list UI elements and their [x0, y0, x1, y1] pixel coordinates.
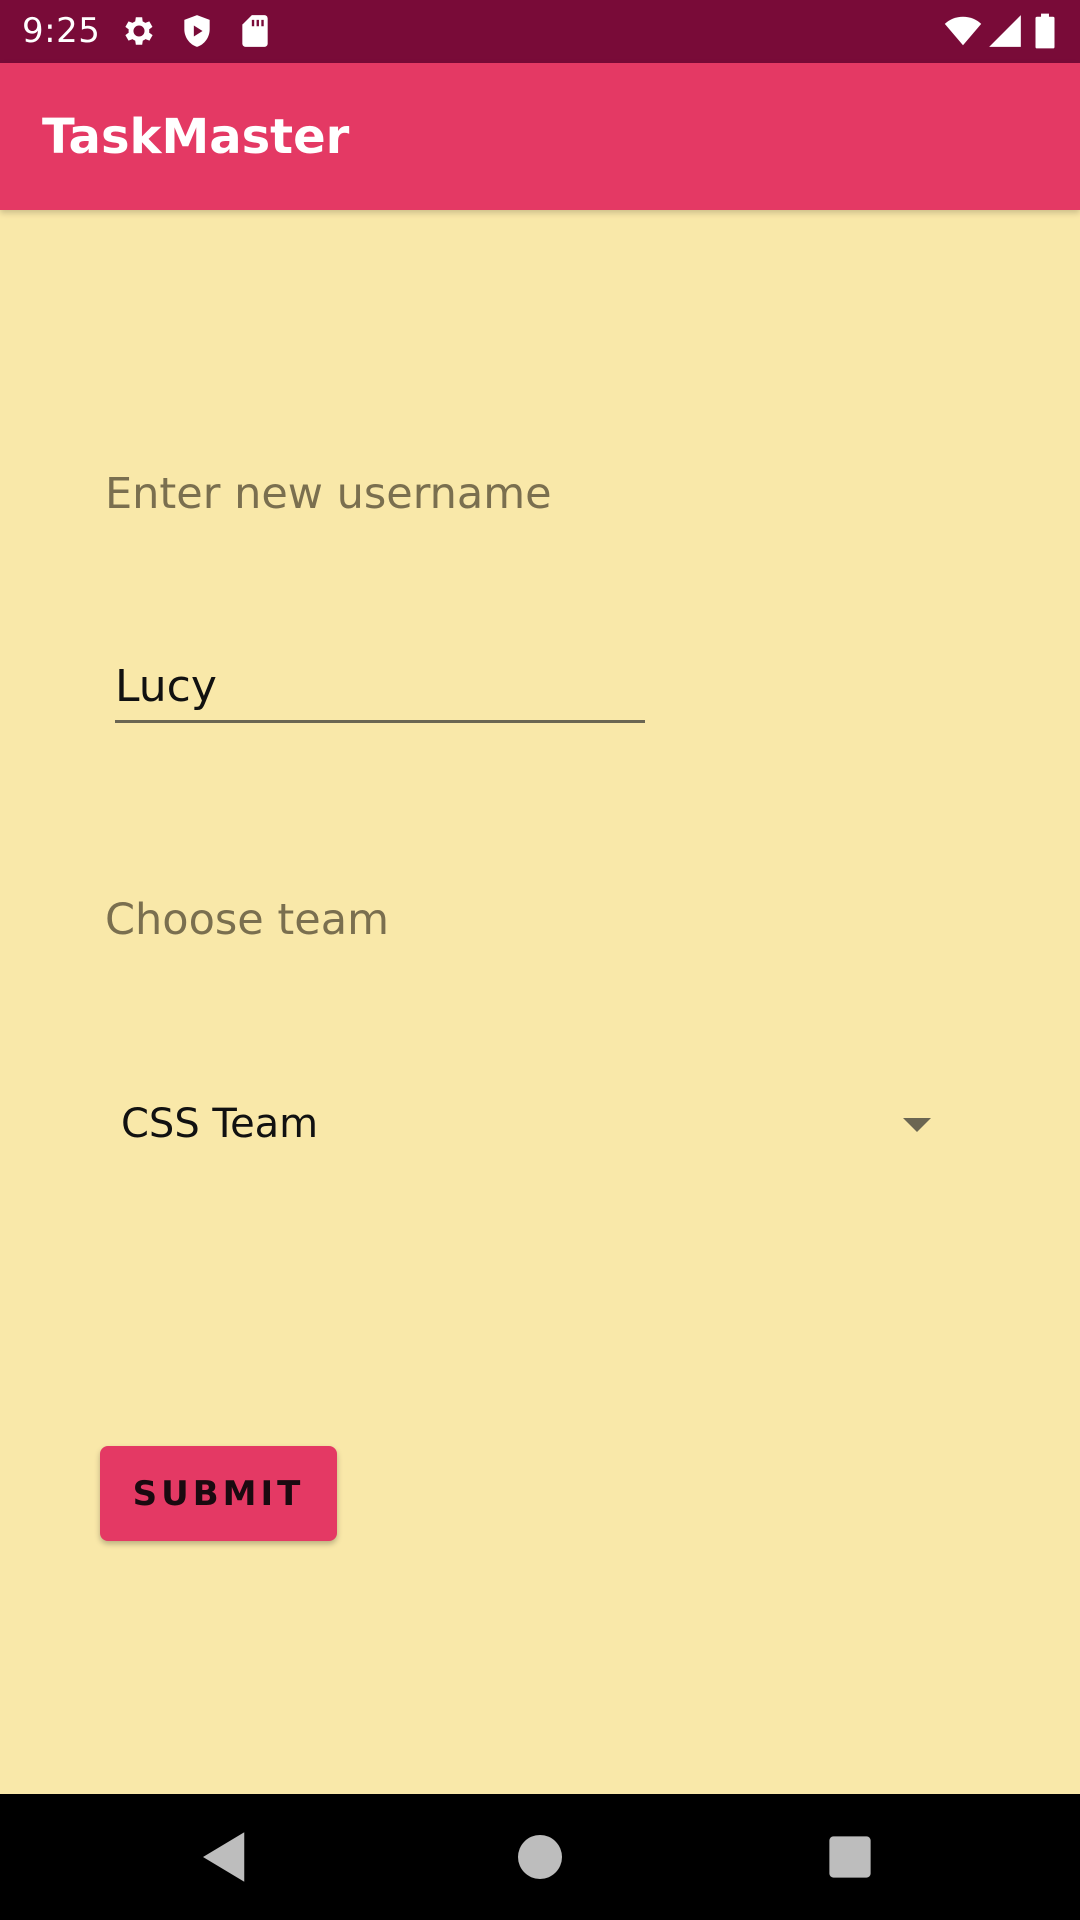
shield-icon	[178, 12, 216, 50]
app-bar: TaskMaster	[0, 63, 1080, 210]
team-dropdown-value: CSS Team	[121, 1101, 319, 1147]
signal-icon	[986, 12, 1024, 50]
team-dropdown[interactable]: CSS Team	[105, 1090, 945, 1162]
battery-icon	[1030, 12, 1060, 50]
team-label: Choose team	[105, 895, 389, 945]
username-input-value: Lucy	[115, 661, 217, 712]
submit-button[interactable]: SUBMIT	[100, 1446, 337, 1541]
submit-button-label: SUBMIT	[132, 1473, 305, 1514]
gear-icon	[120, 12, 158, 50]
status-time: 9:25	[22, 11, 101, 51]
username-input[interactable]: Lucy	[115, 655, 645, 723]
navigation-bar	[0, 1794, 1080, 1920]
back-icon[interactable]	[192, 1824, 258, 1890]
wifi-icon	[944, 12, 982, 50]
recents-icon[interactable]	[817, 1824, 883, 1890]
dropdown-arrow-icon	[903, 1118, 931, 1132]
sd-card-icon	[236, 12, 274, 50]
username-label: Enter new username	[105, 469, 552, 519]
app-title: TaskMaster	[42, 109, 350, 165]
home-icon[interactable]	[507, 1824, 573, 1890]
status-bar: 9:25	[0, 0, 1080, 63]
